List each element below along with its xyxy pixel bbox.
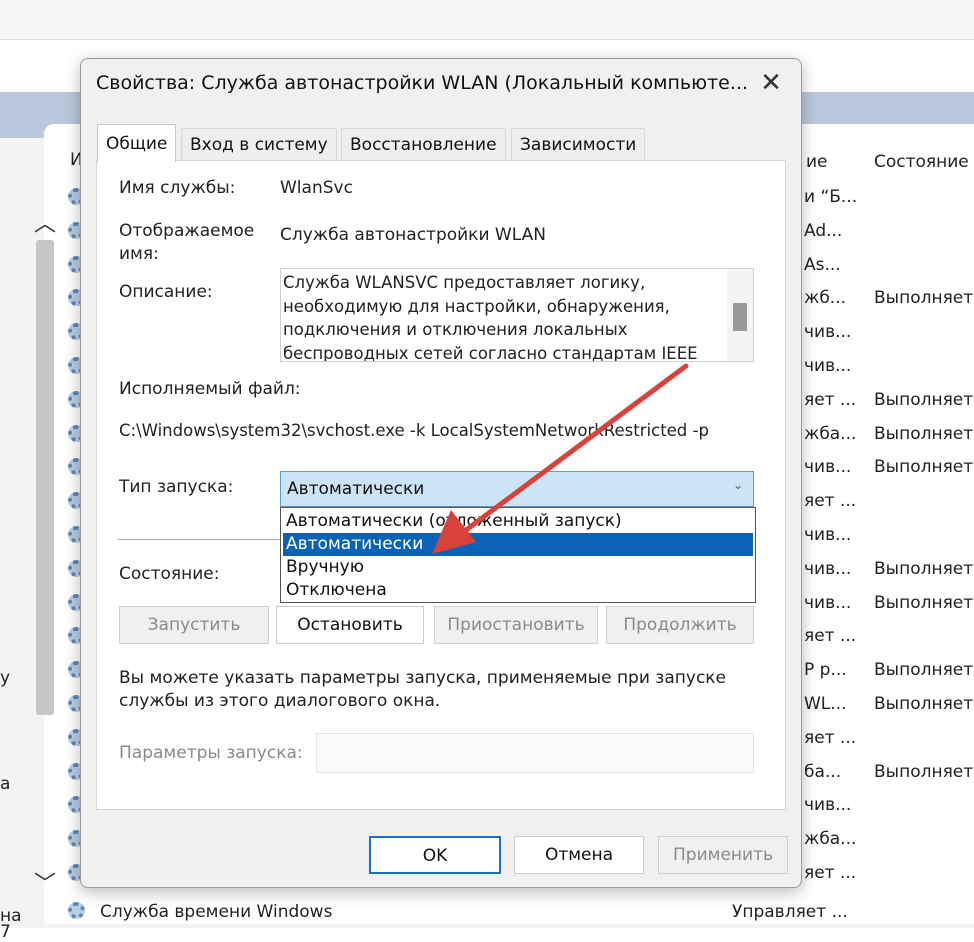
apply-button[interactable]: Применить bbox=[658, 836, 788, 874]
service-row-state[interactable]: Выполняет bbox=[874, 762, 974, 782]
service-row-startup[interactable]: жба... bbox=[804, 829, 864, 849]
description-scrollbar-thumb[interactable] bbox=[733, 303, 747, 331]
startup-params-input[interactable] bbox=[316, 733, 754, 773]
service-row-name[interactable]: Служба времени Windows bbox=[100, 902, 332, 922]
description-text: Служба WLANSVC предоставляет логику, нео… bbox=[283, 273, 698, 362]
service-row-state[interactable]: Выполняет bbox=[874, 457, 974, 477]
service-row-state[interactable]: Выполняет bbox=[874, 660, 974, 680]
service-row-startup[interactable]: As... bbox=[804, 255, 864, 275]
service-row-state[interactable]: Выполняет bbox=[874, 288, 974, 308]
cancel-button[interactable]: Отмена bbox=[514, 836, 644, 874]
startup-type-select[interactable]: Автоматически ⌄ bbox=[280, 471, 754, 507]
service-row-startup[interactable]: чив... bbox=[804, 795, 864, 815]
service-row-state[interactable]: Выполняет bbox=[874, 593, 974, 613]
service-row-startup[interactable]: Ad... bbox=[804, 221, 864, 241]
service-row-state[interactable]: Выполняет bbox=[874, 559, 974, 579]
service-row-startup[interactable]: яет ... bbox=[804, 491, 864, 511]
left-edge-text: а bbox=[0, 774, 11, 794]
tab-general[interactable]: Общие bbox=[97, 124, 177, 162]
service-name-label: Имя службы: bbox=[119, 178, 236, 198]
start-button[interactable]: Запустить bbox=[119, 606, 269, 644]
startup-type-dropdown: Автоматически (отложенный запуск) Автома… bbox=[280, 507, 756, 603]
service-row-startup[interactable]: яет ... bbox=[804, 728, 864, 748]
startup-option-auto[interactable]: Автоматически bbox=[283, 533, 753, 556]
service-row-startup[interactable]: чив... bbox=[804, 525, 864, 545]
startup-option-delayed[interactable]: Автоматически (отложенный запуск) bbox=[283, 510, 753, 533]
pause-button[interactable]: Приостановить bbox=[434, 606, 598, 644]
status-label: Состояние: bbox=[119, 564, 220, 584]
tab-recovery[interactable]: Восстановление bbox=[341, 128, 506, 160]
service-row-startup[interactable]: чив... bbox=[804, 322, 864, 342]
close-icon[interactable]: ✕ bbox=[758, 68, 784, 98]
description-box[interactable]: Служба WLANSVC предоставляет логику, нео… bbox=[280, 268, 754, 362]
exe-label: Исполняемый файл: bbox=[119, 379, 301, 399]
service-row-startup[interactable]: яет ... bbox=[804, 626, 864, 646]
stop-button[interactable]: Остановить bbox=[276, 606, 424, 644]
service-row-state[interactable]: Выполняет bbox=[874, 424, 974, 444]
description-label: Описание: bbox=[119, 282, 213, 302]
startup-option-disabled[interactable]: Отключена bbox=[283, 579, 753, 602]
service-row-startup[interactable]: жб... bbox=[804, 288, 864, 308]
background-window-top bbox=[0, 0, 974, 40]
service-row-startup[interactable]: чив... bbox=[804, 593, 864, 613]
service-row-startup[interactable]: WL... bbox=[804, 694, 864, 714]
display-name-label: Отображаемое bbox=[119, 221, 255, 241]
exe-path: C:\Windows\system32\svchost.exe -k Local… bbox=[119, 421, 709, 440]
startup-type-value: Автоматически bbox=[287, 479, 425, 499]
chevron-down-icon[interactable]: ﹀ bbox=[34, 866, 56, 898]
column-header-name-partial[interactable]: ие bbox=[806, 152, 828, 172]
startup-params-hint: Вы можете указать параметры запуска, при… bbox=[119, 668, 727, 711]
service-row-startup[interactable]: и “Б... bbox=[804, 187, 864, 207]
service-name-value: WlanSvc bbox=[280, 178, 353, 198]
tab-dependencies[interactable]: Зависимости bbox=[511, 128, 646, 160]
separator bbox=[118, 539, 280, 540]
startup-type-label: Тип запуска: bbox=[119, 477, 234, 497]
column-header-state[interactable]: Состояние bbox=[874, 152, 969, 172]
left-edge-text: у bbox=[0, 668, 11, 688]
services-scrollbar-thumb[interactable] bbox=[36, 240, 54, 715]
resume-button[interactable]: Продолжить bbox=[606, 606, 754, 644]
startup-option-manual[interactable]: Вручную bbox=[283, 556, 753, 579]
chevron-up-icon[interactable]: ︿ bbox=[34, 206, 56, 238]
service-row-startup[interactable]: чив... bbox=[804, 356, 864, 376]
service-row-startup[interactable]: жба... bbox=[804, 424, 864, 444]
ok-button[interactable]: OK bbox=[369, 836, 501, 874]
service-row-startup[interactable]: Управляет ... bbox=[732, 902, 848, 922]
startup-params-label: Параметры запуска: bbox=[119, 743, 303, 763]
chevron-down-icon: ⌄ bbox=[733, 478, 744, 492]
service-row-startup[interactable]: яет ... bbox=[804, 390, 864, 410]
service-row-startup[interactable]: чив... bbox=[804, 457, 864, 477]
service-row-startup[interactable]: ба... bbox=[804, 762, 864, 782]
tab-logon[interactable]: Вход в систему bbox=[181, 128, 337, 160]
service-row-state[interactable]: Выполняет bbox=[874, 694, 974, 714]
display-name-value[interactable]: Служба автонастройки WLAN bbox=[280, 225, 546, 245]
service-gear-icon bbox=[68, 902, 85, 919]
service-row-state[interactable]: Выполняет bbox=[874, 390, 974, 410]
service-row-startup[interactable]: яет ... bbox=[804, 863, 864, 883]
service-row-startup[interactable]: чив... bbox=[804, 559, 864, 579]
service-row-startup[interactable]: P р... bbox=[804, 660, 864, 680]
left-edge-text: 7 bbox=[0, 922, 11, 942]
display-name-label-2: имя: bbox=[119, 244, 159, 264]
dialog-title: Свойства: Служба автонастройки WLAN (Лок… bbox=[96, 72, 746, 94]
